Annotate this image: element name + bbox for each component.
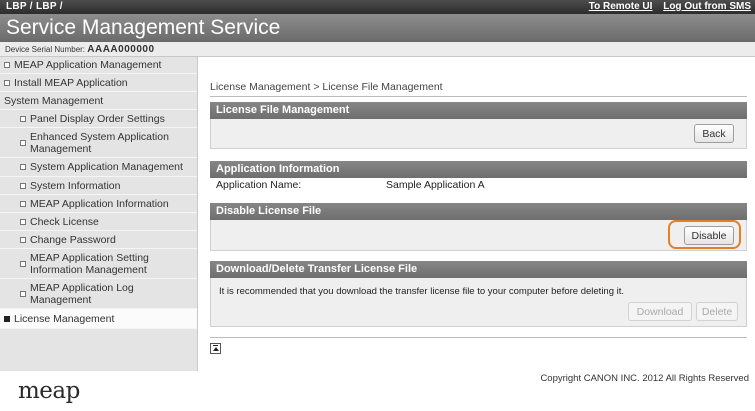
- sidebar-item-label: MEAP Application Management: [14, 59, 162, 71]
- sidebar-item-label: License Management: [14, 312, 115, 325]
- delete-button[interactable]: Delete: [696, 302, 738, 321]
- sidebar-item-label: MEAP Application Information: [30, 197, 169, 210]
- sidebar-item-check-license[interactable]: Check License: [0, 213, 197, 231]
- copyright-text: Copyright CANON INC. 2012 All Rights Res…: [540, 373, 749, 384]
- bullet-icon: [20, 290, 26, 297]
- transfer-message: It is recommended that you download the …: [219, 286, 625, 297]
- sidebar-item-system-app-management[interactable]: System Application Management: [0, 158, 197, 177]
- bullet-icon: [20, 115, 26, 122]
- title-bar: Service Management Service: [0, 14, 755, 42]
- page-title: Service Management Service: [6, 16, 281, 39]
- sidebar-item-label: Panel Display Order Settings: [30, 112, 165, 125]
- serial-bar: Device Serial Number: AAAA000000: [0, 42, 755, 57]
- sidebar-item-install-meap-application[interactable]: Install MEAP Application: [0, 74, 197, 92]
- sidebar-item-enhanced-system-app[interactable]: Enhanced System Application Management: [0, 128, 197, 158]
- sidebar-item-label: Check License: [30, 215, 99, 228]
- sidebar-item-label: MEAP Application Log Management: [30, 281, 134, 306]
- sidebar-item-label: Install MEAP Application: [14, 76, 128, 89]
- printer-model-text: LBP / LBP /: [6, 1, 63, 12]
- sidebar: MEAP Application Management Install MEAP…: [0, 57, 198, 371]
- highlight-ring: [668, 220, 741, 249]
- serial-label: Device Serial Number:: [5, 45, 86, 54]
- top-bar: LBP / LBP / To Remote UI Log Out from SM…: [0, 0, 755, 14]
- bullet-icon: [20, 164, 26, 170]
- logout-link[interactable]: Log Out from SMS: [663, 1, 751, 12]
- transfer-panel-header: Download/Delete Transfer License File: [210, 261, 747, 278]
- sidebar-item-app-log-management[interactable]: MEAP Application Log Management: [0, 279, 197, 309]
- sidebar-item-label: System Management: [4, 94, 104, 107]
- sidebar-item-label: System Information: [30, 179, 121, 192]
- app-name-value: Sample Application A: [386, 179, 485, 191]
- remote-ui-link[interactable]: To Remote UI: [589, 1, 653, 12]
- app-info-header: Application Information: [210, 161, 747, 178]
- logo-text: meap: [18, 378, 80, 404]
- bullet-icon: [4, 79, 10, 86]
- breadcrumb: License Management > License File Manage…: [210, 81, 747, 97]
- sidebar-item-panel-display-order[interactable]: Panel Display Order Settings: [0, 110, 197, 128]
- sidebar-item-system-management: System Management: [0, 92, 197, 110]
- sidebar-item-label: MEAP Application Setting Information Man…: [30, 251, 149, 276]
- bullet-icon: [20, 236, 26, 243]
- main-content: License Management > License File Manage…: [198, 57, 755, 371]
- sidebar-item-label: System Application Management: [30, 161, 183, 173]
- license-panel-header: License File Management: [210, 102, 747, 119]
- content-divider: [210, 337, 747, 338]
- sidebar-item-meap-app-information[interactable]: MEAP Application Information: [0, 195, 197, 213]
- bullet-icon: [4, 315, 10, 322]
- disable-panel-header: Disable License File: [210, 203, 747, 220]
- download-button[interactable]: Download: [628, 302, 692, 321]
- license-panel-body: Back: [210, 119, 747, 149]
- scroll-to-top-icon[interactable]: [210, 343, 221, 354]
- sidebar-item-meap-application-management[interactable]: MEAP Application Management: [0, 57, 197, 74]
- sidebar-item-system-information[interactable]: System Information: [0, 177, 197, 195]
- bullet-icon: [20, 182, 26, 189]
- sidebar-item-app-setting-info[interactable]: MEAP Application Setting Information Man…: [0, 249, 197, 279]
- sidebar-item-label: Enhanced System Application Management: [30, 130, 169, 155]
- bullet-icon: [20, 200, 26, 207]
- meap-logo: meap: [18, 378, 80, 404]
- sidebar-item-change-password[interactable]: Change Password: [0, 231, 197, 249]
- bullet-icon: [20, 139, 26, 146]
- serial-value: AAAA000000: [87, 44, 155, 55]
- top-links: To Remote UI Log Out from SMS: [581, 1, 751, 12]
- transfer-panel-body: It is recommended that you download the …: [210, 278, 747, 327]
- disable-panel-body: Disable: [210, 220, 747, 251]
- sidebar-item-label: Change Password: [30, 233, 116, 246]
- bullet-icon: [20, 260, 26, 267]
- bullet-icon: [20, 218, 26, 225]
- app-name-label: Application Name:: [216, 179, 302, 191]
- back-button[interactable]: Back: [694, 124, 734, 143]
- bullet-icon: [4, 62, 10, 68]
- sidebar-item-license-management[interactable]: License Management: [0, 309, 197, 329]
